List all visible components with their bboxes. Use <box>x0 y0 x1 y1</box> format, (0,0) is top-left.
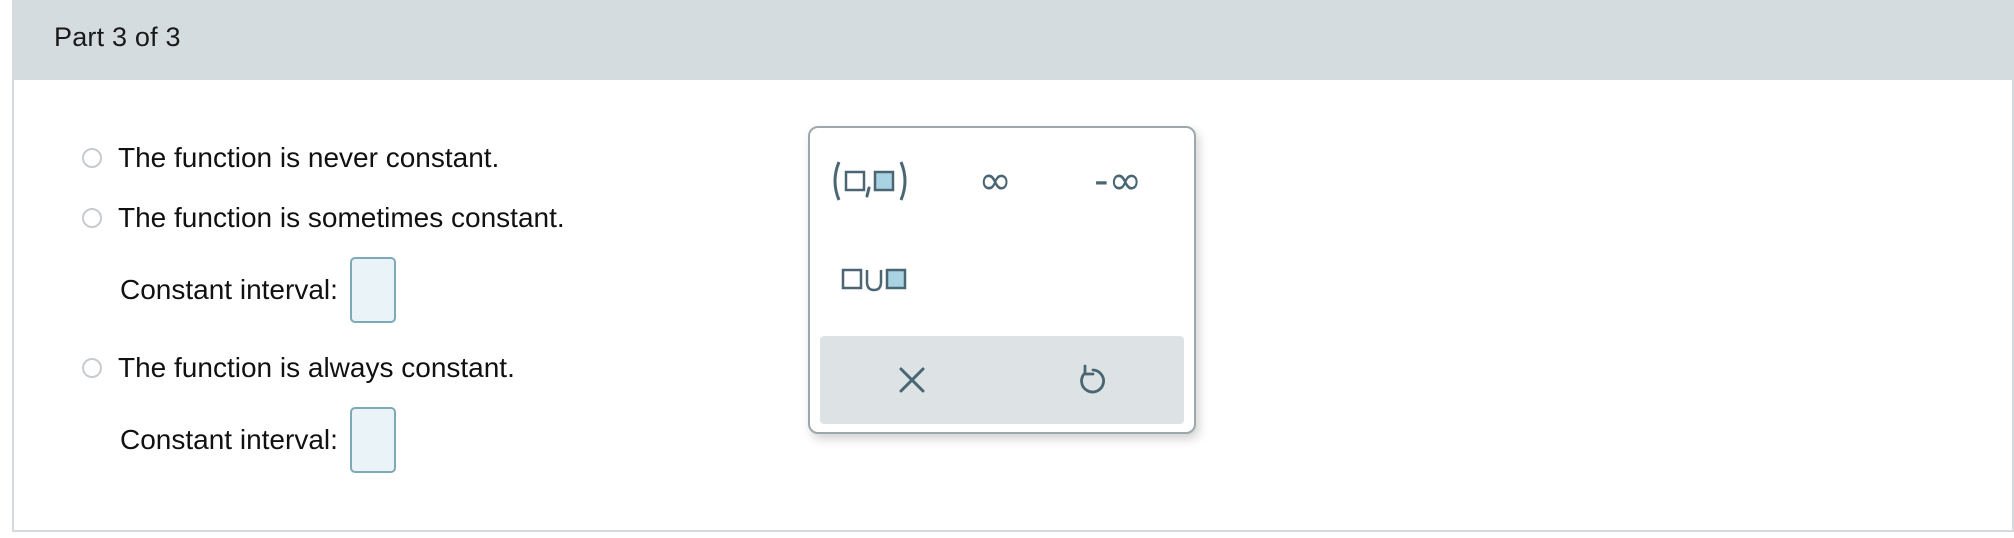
option-label: The function is never constant. <box>118 142 500 173</box>
part-header: Part 3 of 3 <box>12 0 2014 80</box>
constant-interval-label: Constant interval: <box>120 274 338 305</box>
infinity-icon: ∞ <box>978 158 1012 204</box>
infinity-button[interactable]: ∞ <box>960 156 1030 206</box>
negative-infinity-icon: -∞ <box>1094 158 1142 204</box>
option-always-constant[interactable]: The function is always constant. <box>82 351 515 385</box>
palette-footer <box>820 336 1184 424</box>
option-label: The function is always constant. <box>118 352 515 383</box>
radio-button[interactable] <box>82 148 102 168</box>
constant-interval-input[interactable] <box>349 407 396 473</box>
radio-button[interactable] <box>82 208 102 228</box>
open-interval-button[interactable] <box>828 156 914 206</box>
undo-icon <box>1080 364 1105 394</box>
open-interval-icon <box>833 161 907 201</box>
constant-interval-row-always: Constant interval: <box>120 405 396 475</box>
option-never-constant[interactable]: The function is never constant. <box>82 141 499 175</box>
option-label: The function is sometimes constant. <box>118 202 565 233</box>
constant-interval-input[interactable] <box>349 257 396 323</box>
option-sometimes-constant[interactable]: The function is sometimes constant. <box>82 201 565 235</box>
clear-button[interactable] <box>888 356 936 404</box>
constant-interval-label: Constant interval: <box>120 424 338 455</box>
radio-button[interactable] <box>82 358 102 378</box>
clear-x-icon <box>899 367 925 393</box>
part-title: Part 3 of 3 <box>54 22 181 52</box>
union-button[interactable] <box>838 254 914 304</box>
union-icon <box>841 268 907 292</box>
undo-button[interactable] <box>1068 356 1116 404</box>
math-palette: ∞ -∞ <box>808 126 1196 434</box>
negative-infinity-button[interactable]: -∞ <box>1076 156 1160 206</box>
constant-interval-row-sometimes: Constant interval: <box>120 255 396 325</box>
